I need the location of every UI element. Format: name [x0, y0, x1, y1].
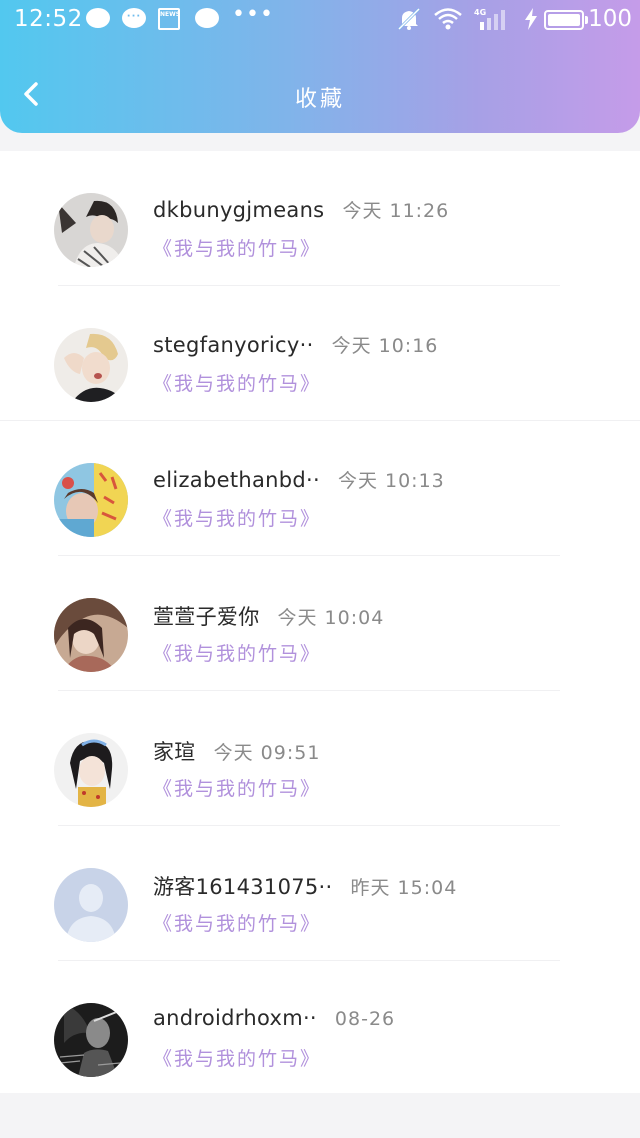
chat-icon: ···: [122, 8, 146, 28]
username: 家瑄: [153, 740, 196, 764]
avatar[interactable]: [54, 733, 128, 807]
battery-level: 100: [588, 6, 632, 32]
avatar[interactable]: [54, 328, 128, 402]
message-icon: [195, 8, 219, 28]
mute-icon: [396, 6, 422, 32]
username: 萱萱子爱你: [153, 605, 260, 629]
avatar[interactable]: [54, 598, 128, 672]
battery-icon: [544, 10, 588, 30]
svg-text:4G: 4G: [474, 8, 486, 17]
username: androidrhoxm··: [153, 1006, 317, 1030]
book-title[interactable]: 《我与我的竹马》: [153, 639, 321, 666]
timestamp: 昨天 15:04: [350, 877, 458, 899]
list-item[interactable]: dkbunygjmeans 今天 11:26 《我与我的竹马》: [0, 151, 640, 286]
list-item[interactable]: elizabethanbd·· 今天 10:13 《我与我的竹马》: [0, 421, 640, 556]
list-bottom-spacer: [0, 1093, 640, 1138]
book-title[interactable]: 《我与我的竹马》: [153, 504, 321, 531]
avatar[interactable]: [54, 193, 128, 267]
book-title[interactable]: 《我与我的竹马》: [153, 774, 321, 801]
signal-icon: 4G: [474, 6, 512, 32]
timestamp: 今天 09:51: [213, 742, 321, 764]
default-avatar-icon: [54, 868, 128, 942]
username: stegfanyoricy··: [153, 333, 314, 357]
avatar[interactable]: [54, 463, 128, 537]
status-bar: 12:52 ··· NEWS ••• 4G 100: [0, 0, 640, 40]
more-notifications-icon: •••: [232, 2, 274, 27]
charging-icon: [524, 8, 538, 30]
timestamp: 今天 10:16: [331, 335, 439, 357]
username: 游客161431075··: [153, 875, 333, 899]
book-title[interactable]: 《我与我的竹马》: [153, 1044, 321, 1071]
wifi-icon: [433, 6, 463, 32]
timestamp: 今天 11:26: [342, 200, 450, 222]
list-item[interactable]: stegfanyoricy·· 今天 10:16 《我与我的竹马》: [0, 286, 640, 421]
news-icon: NEWS: [158, 8, 180, 30]
nav-bar: 收藏: [0, 60, 640, 130]
status-time: 12:52: [14, 6, 83, 32]
username: elizabethanbd··: [153, 468, 320, 492]
username: dkbunygjmeans: [153, 198, 325, 222]
avatar[interactable]: [54, 1003, 128, 1077]
header: 12:52 ··· NEWS ••• 4G 100 收藏: [0, 0, 640, 133]
book-title[interactable]: 《我与我的竹马》: [153, 369, 321, 396]
list-item[interactable]: 游客161431075·· 昨天 15:04 《我与我的竹马》: [0, 826, 640, 961]
list-item[interactable]: 家瑄 今天 09:51 《我与我的竹马》: [0, 691, 640, 826]
list-item[interactable]: androidrhoxm·· 08-26 《我与我的竹马》: [0, 961, 640, 1093]
book-title[interactable]: 《我与我的竹马》: [153, 234, 321, 261]
timestamp: 今天 10:04: [277, 607, 385, 629]
favorites-list: dkbunygjmeans 今天 11:26 《我与我的竹马》 stegfany…: [0, 151, 640, 1093]
avatar[interactable]: [54, 868, 128, 942]
page-title: 收藏: [294, 87, 345, 112]
timestamp: 08-26: [334, 1008, 396, 1030]
list-item[interactable]: 萱萱子爱你 今天 10:04 《我与我的竹马》: [0, 556, 640, 691]
book-title[interactable]: 《我与我的竹马》: [153, 909, 321, 936]
timestamp: 今天 10:13: [337, 470, 445, 492]
message-icon: [86, 8, 110, 28]
